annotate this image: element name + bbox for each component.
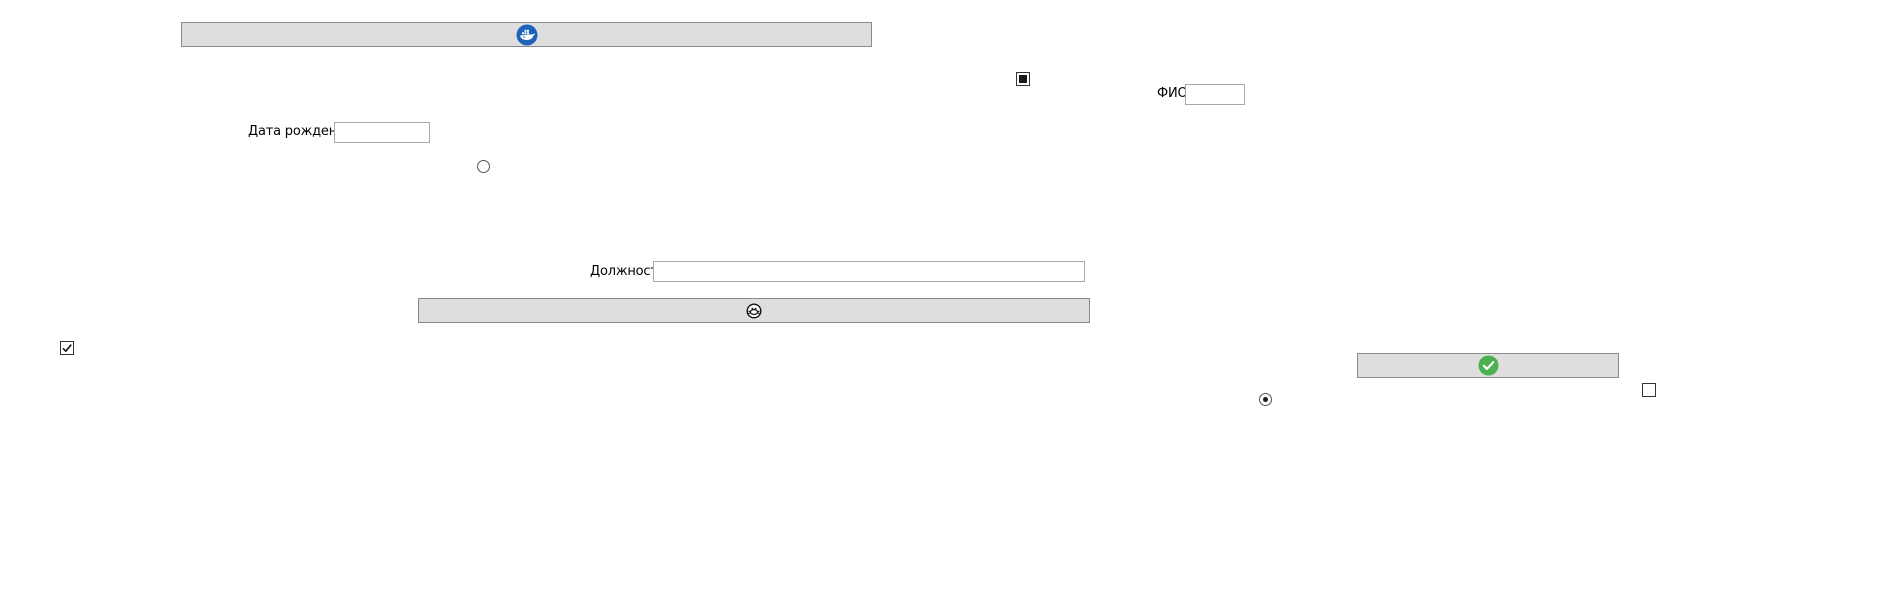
birthdate-field[interactable] [334, 122, 430, 143]
position-field[interactable] [653, 261, 1085, 282]
radio-dot [1263, 397, 1268, 402]
crab-icon [742, 299, 766, 323]
docker-whale-icon [515, 23, 539, 47]
fio-field[interactable] [1185, 84, 1245, 105]
indeterminate-checkbox[interactable] [1016, 72, 1030, 86]
checkmark-icon [62, 344, 72, 353]
checked-checkbox[interactable] [60, 341, 74, 355]
green-checkmark-icon [1476, 354, 1500, 378]
fio-label: ФИО [1157, 86, 1188, 101]
confirm-button[interactable] [1357, 353, 1619, 378]
unchecked-checkbox[interactable] [1642, 383, 1656, 397]
whale-button[interactable] [181, 22, 872, 47]
crab-button[interactable] [418, 298, 1090, 323]
radio-option-1[interactable] [477, 160, 490, 173]
indeterminate-mark [1019, 75, 1027, 83]
radio-option-2[interactable] [1259, 393, 1272, 406]
